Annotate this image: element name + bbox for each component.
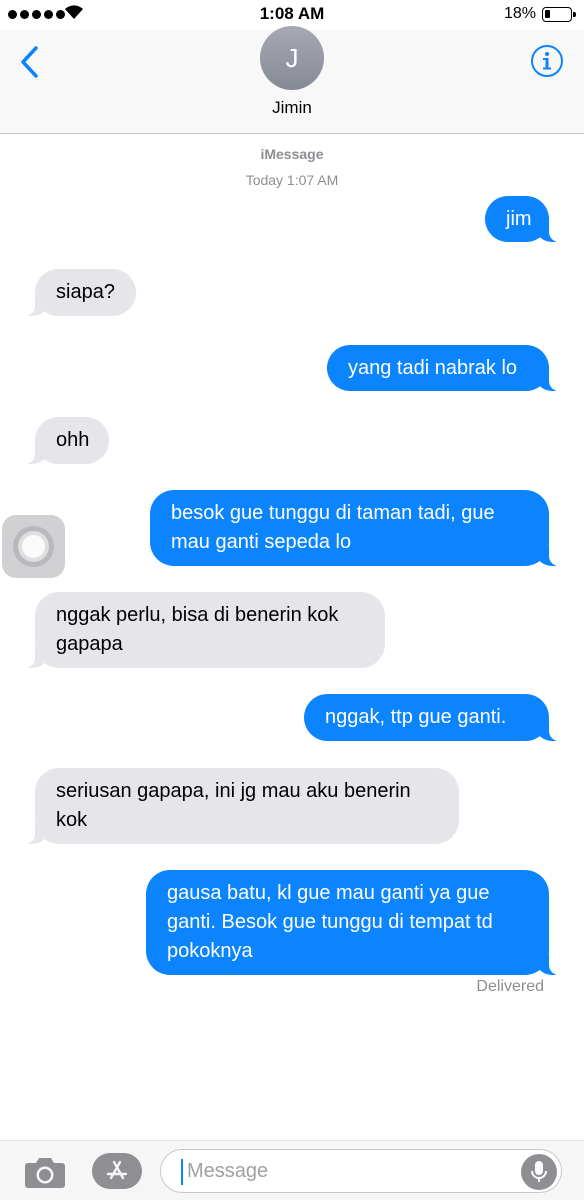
service-label: iMessage (260, 146, 324, 162)
message-text: nggak, ttp gue ganti. (325, 706, 507, 728)
message-input-bar: Message (0, 1140, 584, 1200)
message-text: jim (506, 207, 532, 230)
message-input-placeholder: Message (187, 1160, 269, 1182)
delivery-status: Delivered (476, 978, 544, 995)
camera-icon[interactable] (24, 1155, 66, 1189)
text-caret (181, 1159, 183, 1185)
message-text: besok gue tunggu di taman tadi, gue mau … (171, 502, 495, 553)
app-store-glyph-icon (106, 1160, 128, 1180)
info-circle-icon[interactable] (530, 44, 564, 78)
battery-percentage: 18% (503, 5, 536, 22)
conversation-header: J Jimin (0, 26, 584, 134)
messages-screen: 1:08 AM 18% J Jimin iMessage Today 1:07 … (0, 0, 584, 1200)
message-bubble-incoming[interactable]: siapa? (25, 269, 136, 316)
app-store-icon[interactable] (92, 1153, 142, 1189)
message-bubble-outgoing[interactable]: jim (485, 196, 559, 242)
message-bubble-outgoing[interactable]: nggak, ttp gue ganti. (304, 694, 559, 741)
microphone-glyph-icon (531, 1161, 547, 1182)
contact-name[interactable]: Jimin (0, 98, 584, 118)
assistive-touch-button[interactable] (2, 515, 65, 578)
message-bubble-incoming[interactable]: ohh (25, 417, 109, 464)
message-input[interactable]: Message (160, 1149, 562, 1193)
message-bubble-outgoing[interactable]: yang tadi nabrak lo (327, 345, 559, 391)
message-text: yang tadi nabrak lo (348, 356, 518, 379)
status-time: 1:08 AM (259, 4, 325, 23)
message-text: siapa? (56, 281, 115, 303)
message-bubble-outgoing[interactable]: besok gue tunggu di taman tadi, gue mau … (150, 490, 559, 566)
thread-timestamp: Today 1:07 AM (245, 172, 339, 188)
contact-avatar[interactable]: J (260, 26, 324, 90)
message-text: seriusan gapapa, ini jg mau aku benerin … (56, 780, 411, 831)
message-bubble-incoming[interactable]: seriusan gapapa, ini jg mau aku benerin … (25, 768, 459, 844)
message-text: nggak perlu, bisa di benerin kok gapapa (56, 604, 339, 655)
microphone-icon[interactable] (521, 1154, 557, 1190)
message-text: gausa batu, kl gue mau ganti ya gue gant… (167, 882, 493, 962)
battery-icon (542, 7, 576, 22)
chevron-left-icon[interactable] (14, 42, 44, 82)
message-bubble-outgoing[interactable]: gausa batu, kl gue mau ganti ya gue gant… (146, 870, 559, 975)
message-text: ohh (56, 429, 90, 451)
message-bubble-incoming[interactable]: nggak perlu, bisa di benerin kok gapapa (25, 592, 385, 668)
contact-initial: J (285, 42, 299, 73)
